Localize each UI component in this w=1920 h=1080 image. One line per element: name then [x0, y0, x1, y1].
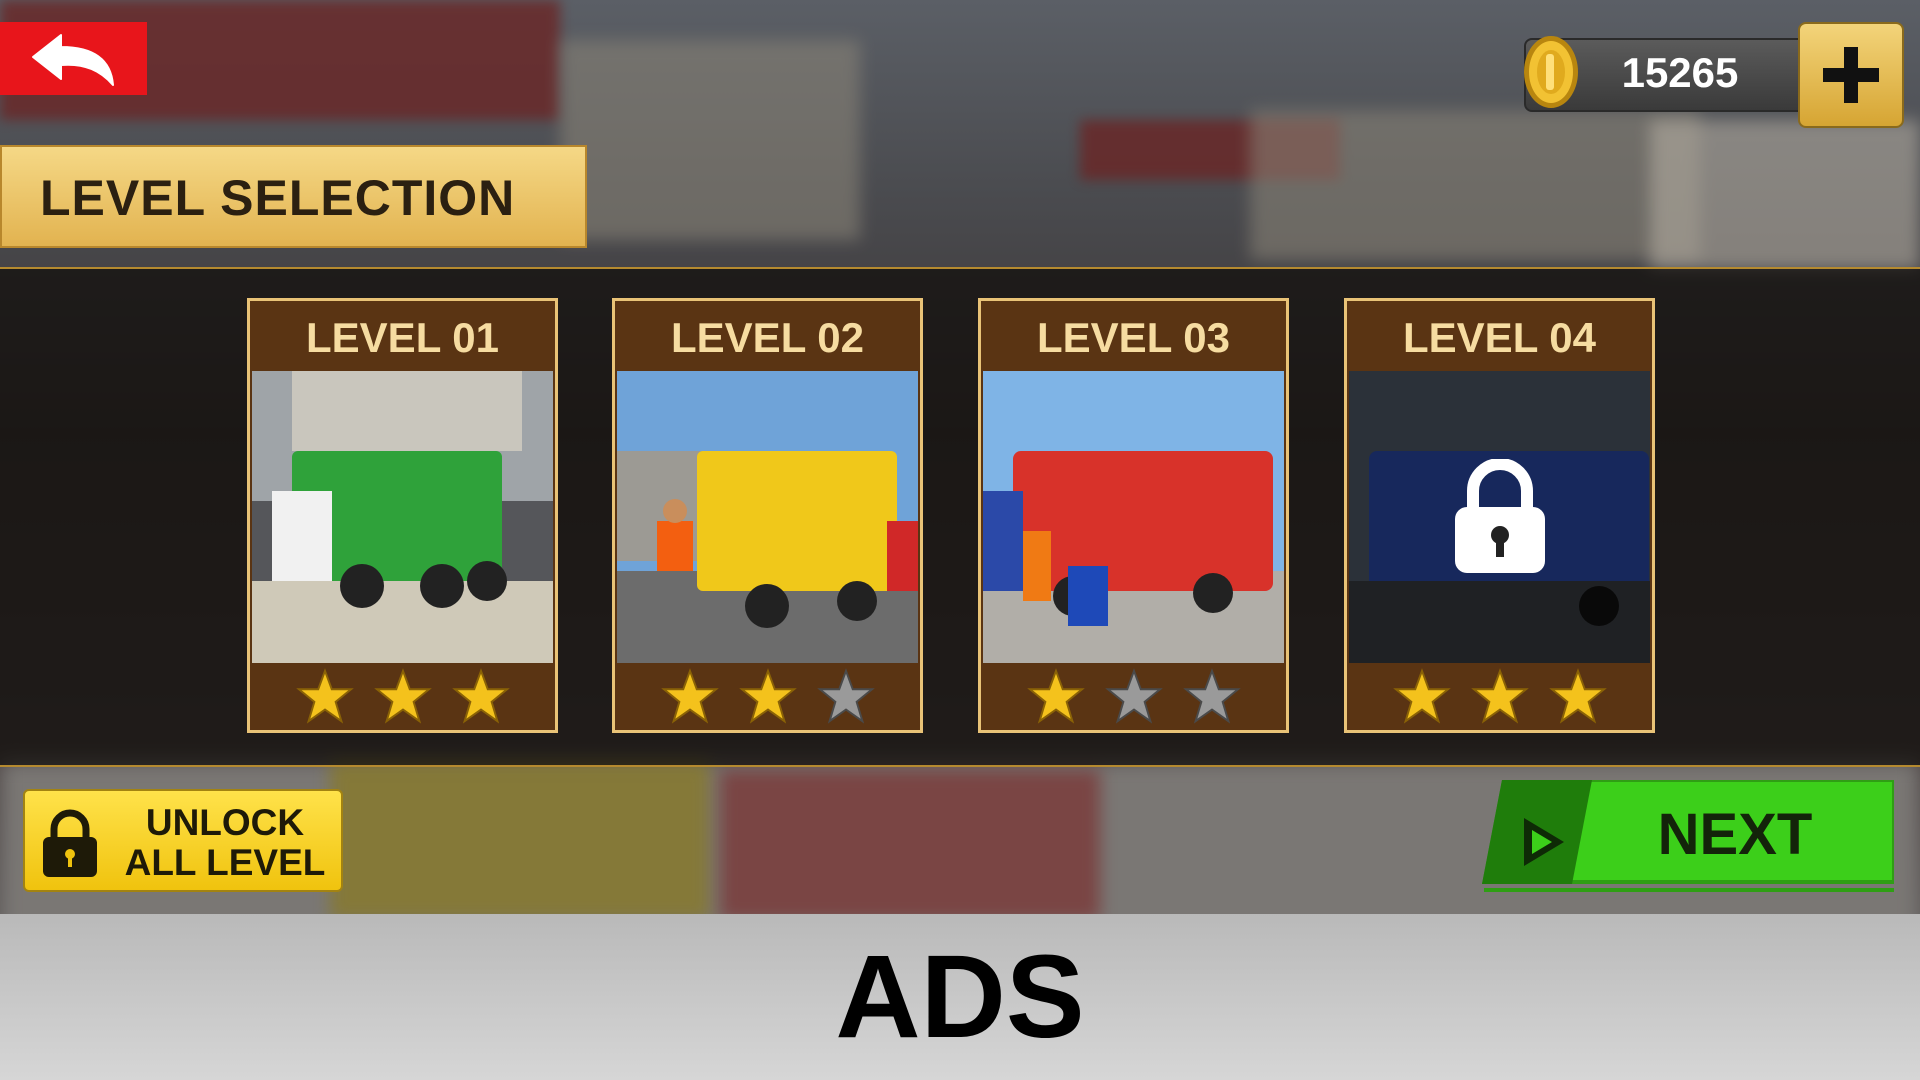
- level-label: LEVEL 03: [1037, 314, 1230, 361]
- level-label: LEVEL 01: [306, 314, 499, 361]
- back-arrow-icon: [31, 33, 114, 86]
- level-label: LEVEL 02: [671, 314, 864, 361]
- back-button[interactable]: [0, 22, 147, 95]
- star-filled-icon: [1470, 668, 1529, 724]
- unlock-label-line1: UNLOCK: [145, 802, 305, 843]
- title-banner: LEVEL SELECTION: [0, 145, 587, 248]
- star-empty-icon: [1182, 668, 1241, 724]
- level-thumbnail: [617, 371, 918, 663]
- page-title: LEVEL SELECTION: [40, 170, 516, 226]
- star-filled-icon: [373, 668, 432, 724]
- level-thumbnail: [983, 371, 1284, 663]
- level-card-03[interactable]: LEVEL 03: [978, 298, 1289, 733]
- level-card-02[interactable]: LEVEL 02: [612, 298, 923, 733]
- unlock-all-levels-button[interactable]: UNLOCK ALL LEVEL: [23, 789, 343, 892]
- unlock-label: UNLOCK ALL LEVEL: [115, 803, 335, 883]
- star-filled-icon: [1548, 668, 1607, 724]
- star-empty-icon: [816, 668, 875, 724]
- level-stars: [1347, 664, 1652, 730]
- star-filled-icon: [1026, 668, 1085, 724]
- star-filled-icon: [1392, 668, 1451, 724]
- add-coins-button[interactable]: [1798, 22, 1904, 128]
- plus-icon: [1823, 47, 1879, 103]
- padlock-icon: [1455, 459, 1545, 573]
- level-stars: [615, 664, 920, 730]
- ads-label: ADS: [835, 931, 1085, 1063]
- star-filled-icon: [295, 668, 354, 724]
- star-filled-icon: [660, 668, 719, 724]
- star-filled-icon: [451, 668, 510, 724]
- unlock-label-line2: ALL LEVEL: [124, 842, 326, 883]
- coin-value: 15265: [1621, 49, 1739, 96]
- star-empty-icon: [1104, 668, 1163, 724]
- coin-icon: [1524, 36, 1578, 108]
- next-label: NEXT: [1657, 802, 1813, 867]
- level-stars: [250, 664, 555, 730]
- star-filled-icon: [738, 668, 797, 724]
- level-thumbnail: [252, 371, 553, 663]
- level-card-01[interactable]: LEVEL 01: [247, 298, 558, 733]
- padlock-icon: [43, 809, 97, 877]
- level-card-04[interactable]: LEVEL 04: [1344, 298, 1655, 733]
- level-stars: [981, 664, 1286, 730]
- level-label: LEVEL 04: [1403, 314, 1596, 361]
